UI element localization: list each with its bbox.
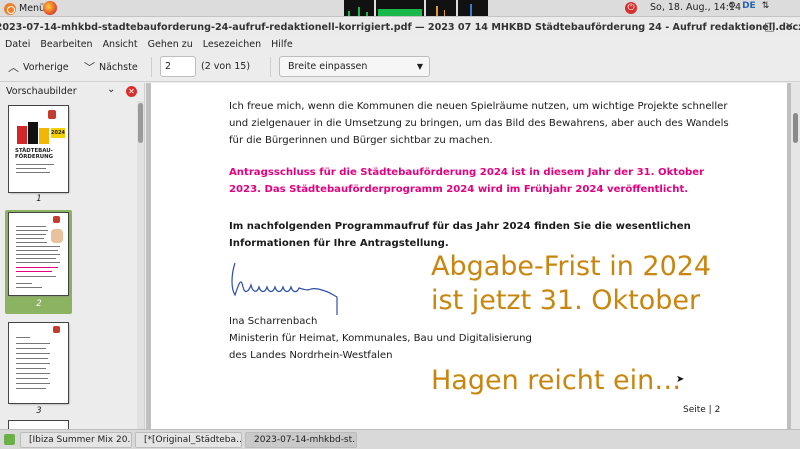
previous-page-button[interactable]: ︿ Vorherige	[8, 59, 69, 75]
thumbnail-sidebar: Vorschaubilder ⌄ ✕ 2024 STÄDTEBAU- FÖRDE…	[0, 83, 145, 429]
dropdown-arrow-icon: ▼	[416, 62, 423, 71]
cover-title: STÄDTEBAU- FÖRDERUNG	[15, 148, 54, 160]
sidebar-title: Vorschaubilder	[6, 86, 77, 97]
scrollbar-handle[interactable]	[793, 113, 798, 143]
cover-house-yellow	[39, 128, 49, 144]
sidebar-header: Vorschaubilder ⌄ ✕	[0, 83, 145, 101]
next-page-button[interactable]: ﹀ Nächste	[84, 59, 138, 75]
portrait-photo	[51, 229, 63, 243]
intro-paragraph: Ich freue mich, wenn die Kommunen die ne…	[229, 101, 729, 146]
annotation-line: Abgabe-Frist in 2024	[431, 251, 712, 282]
task-writer[interactable]: [*[Original_Städtebа…	[135, 432, 242, 448]
network-icon[interactable]: ⇅	[762, 1, 770, 11]
task-label: [Ibiza Summer Mix 20…	[29, 435, 132, 445]
deadline-paragraph: Antragsschluss für die Städtebauförderun…	[229, 167, 705, 195]
show-desktop-icon[interactable]	[4, 434, 15, 445]
annotation-line: ist jetzt 31. Oktober	[431, 285, 701, 316]
thumbnail-label: 2	[36, 299, 42, 309]
menu-hilfe[interactable]: Hilfe	[271, 39, 293, 50]
handwritten-signature	[231, 262, 338, 315]
signer-state: des Landes Nordrhein-Westfalen	[229, 350, 393, 361]
keyboard-layout-indicator[interactable]: DE	[742, 1, 756, 11]
toolbar-separator	[270, 57, 271, 77]
nrw-crest-icon	[53, 216, 60, 223]
menu-datei[interactable]: Datei	[5, 39, 30, 50]
settings-tray-icon[interactable]: ⚙	[728, 1, 736, 11]
nrw-crest-icon	[48, 110, 56, 119]
memory-graph	[376, 0, 424, 16]
power-icon[interactable]: ⏻	[625, 2, 637, 14]
system-tray: ⚙ DE ⇅	[728, 1, 769, 11]
mouse-cursor-icon: ➤	[676, 374, 685, 385]
document-view[interactable]: Ich freue mich, wenn die Kommunen die ne…	[146, 83, 791, 429]
close-icon[interactable]: ✕	[785, 20, 794, 33]
chevron-up-icon: ︿	[8, 61, 19, 74]
previous-page-label: Vorherige	[23, 61, 69, 73]
menu-ansicht[interactable]: Ansicht	[103, 39, 138, 50]
sidebar-mode-chevron-icon[interactable]: ⌄	[107, 84, 115, 95]
top-panel: Menü ⏻ So, 18. Aug., 14:14 ⚙ DE ⇅	[0, 0, 800, 17]
disk-graph	[458, 0, 488, 16]
window-title: 2023-07-14-mhkbd-stadtebauforderung-24-a…	[0, 21, 800, 33]
page-count: (2 von 15)	[201, 61, 251, 72]
nrw-crest-icon	[53, 326, 60, 333]
close-sidebar-icon[interactable]: ✕	[126, 86, 137, 97]
cover-house-red	[17, 126, 27, 144]
scrollbar-handle[interactable]	[138, 103, 143, 143]
menu-bearbeiten[interactable]: Bearbeiten	[40, 39, 92, 50]
maximize-icon[interactable]: □	[764, 20, 774, 33]
task-pdf-viewer[interactable]: 2023-07-14-mhkbd-st…	[245, 432, 357, 448]
minimize-icon[interactable]: –	[749, 20, 755, 33]
signer-name: Ina Scharrenbach	[229, 316, 318, 327]
thumbnail-label: 1	[36, 194, 42, 204]
zoom-select[interactable]: Breite einpassen ▼	[279, 56, 430, 77]
annotation-note: Hagen reicht ein…	[431, 365, 682, 396]
task-music-player[interactable]: [Ibiza Summer Mix 20…	[20, 432, 132, 448]
firefox-icon[interactable]	[43, 1, 57, 15]
signer-title: Ministerin für Heimat, Kommunales, Bau u…	[229, 333, 532, 344]
system-monitor	[344, 0, 488, 16]
cpu-graph	[344, 0, 374, 16]
menu-lesezeichen[interactable]: Lesezeichen	[203, 39, 261, 50]
thumbnail-page-1[interactable]: 2024 STÄDTEBAU- FÖRDERUNG	[9, 106, 68, 192]
cover-badge: 2024	[51, 128, 65, 138]
ubuntu-logo-icon	[4, 2, 16, 15]
main-menu-button[interactable]: Menü	[4, 1, 45, 16]
window-controls: – □ ✕	[749, 20, 794, 33]
thumbnail-page-2[interactable]	[9, 213, 68, 295]
task-label: [*[Original_Städtebа…	[144, 435, 242, 445]
thumbnail-page-3[interactable]	[9, 323, 68, 403]
document-scrollbar[interactable]	[791, 83, 800, 429]
taskbar: [Ibiza Summer Mix 20… [*[Original_Städte…	[0, 429, 800, 449]
zoom-select-value: Breite einpassen	[288, 61, 368, 72]
thumbnail-page-4[interactable]	[9, 421, 68, 429]
thumbnail-label: 3	[36, 406, 42, 416]
title-bar: 2023-07-14-mhkbd-stadtebauforderung-24-a…	[0, 17, 800, 37]
network-graph	[426, 0, 456, 16]
task-label: 2023-07-14-mhkbd-st…	[254, 435, 357, 445]
page-number-input[interactable]: 2	[160, 56, 196, 77]
page-footer: Seite | 2	[683, 405, 721, 415]
thumbnail-scrollbar[interactable]	[137, 101, 144, 429]
handwritten-annotation: Abgabe-Frist in 2024 ist jetzt 31. Oktob…	[431, 250, 711, 318]
toolbar-separator	[151, 57, 152, 77]
program-call-paragraph: Im nachfolgenden Programmaufruf für das …	[229, 221, 691, 249]
cover-house-black	[28, 122, 38, 144]
document-page: Ich freue mich, wenn die Kommunen die ne…	[151, 83, 787, 429]
chevron-down-icon: ﹀	[84, 61, 95, 74]
main-menu-label: Menü	[19, 3, 46, 14]
menu-gehen-zu[interactable]: Gehen zu	[148, 39, 193, 50]
next-page-label: Nächste	[99, 61, 138, 73]
menubar: Datei Bearbeiten Ansicht Gehen zu Leseze…	[0, 37, 800, 52]
